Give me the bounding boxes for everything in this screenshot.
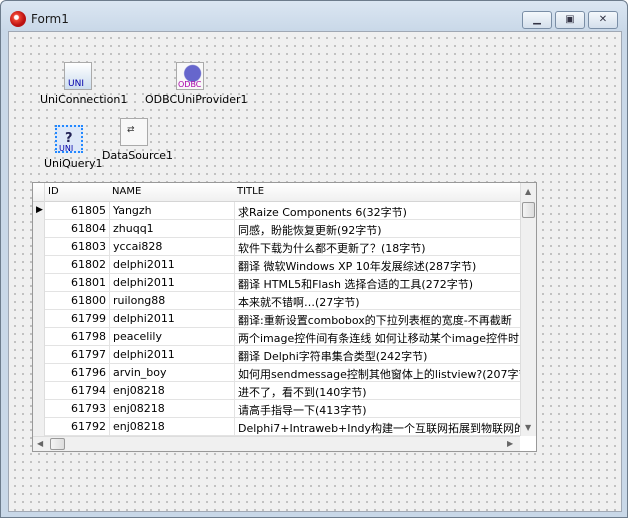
row-indicator[interactable] <box>33 400 45 418</box>
cell-title: 软件下载为什么都不更新了？(18字节) <box>238 242 426 255</box>
cell-name: enj08218 <box>113 402 165 415</box>
table-row[interactable]: 61793 enj08218 请高手指导一下(413字节) <box>33 400 520 418</box>
vertical-scrollbar[interactable]: ▲ ▼ <box>520 183 536 436</box>
uni-connection-icon[interactable]: UNI <box>64 62 92 90</box>
cell-id: 61792 <box>71 420 106 433</box>
cell-title: 翻译:重新设置combobox的下拉列表框的宽度-不再截断 <box>238 314 512 327</box>
row-indicator[interactable] <box>33 256 45 274</box>
scroll-thumb[interactable] <box>522 202 535 218</box>
cell-title: 如何用sendmessage控制其他窗体上的listview?(207字节) <box>238 368 520 381</box>
current-row-arrow-icon: ▶ <box>36 205 43 215</box>
cell-name: enj08218 <box>113 420 165 433</box>
component-label: UniQuery1 <box>44 157 103 170</box>
cell-name: delphi2011 <box>113 312 175 325</box>
cell-name: delphi2011 <box>113 258 175 271</box>
table-row[interactable]: 61798 peacelily 两个image控件间有条连线 如何让移动某个im… <box>33 328 520 346</box>
row-indicator[interactable] <box>33 364 45 382</box>
cell-title: Delphi7+Intraweb+Indy构建一个互联网拓展到物联网的 <box>238 422 520 435</box>
row-indicator[interactable] <box>33 418 45 436</box>
cell-id: 61804 <box>71 222 106 235</box>
cell-id: 61801 <box>71 276 106 289</box>
cell-title: 两个image控件间有条连线 如何让移动某个image控件时 <box>238 332 520 345</box>
grid-header: ID NAME TITLE <box>33 183 520 202</box>
cell-id: 61805 <box>71 204 106 217</box>
cell-id: 61800 <box>71 294 106 307</box>
cell-name: delphi2011 <box>113 276 175 289</box>
row-indicator[interactable] <box>33 238 45 256</box>
row-indicator[interactable]: ▶ <box>33 202 45 220</box>
table-row[interactable]: 61799 delphi2011 翻译:重新设置combobox的下拉列表框的宽… <box>33 310 520 328</box>
scroll-thumb[interactable] <box>50 438 65 450</box>
data-grid[interactable]: ID NAME TITLE ▶ 61805 Yangzh 求Raize Comp… <box>32 182 537 452</box>
table-row[interactable]: 61804 zhuqq1 同感，盼能恢复更新(92字节) <box>33 220 520 238</box>
cell-title: 请高手指导一下(413字节) <box>238 404 367 417</box>
cell-id: 61794 <box>71 384 106 397</box>
cell-id: 61797 <box>71 348 106 361</box>
cell-name: Yangzh <box>113 204 152 217</box>
cell-name: zhuqq1 <box>113 222 154 235</box>
cell-name: delphi2011 <box>113 348 175 361</box>
cell-id: 61802 <box>71 258 106 271</box>
datasource-icon[interactable]: ⇄ <box>120 118 148 146</box>
column-header-title[interactable]: TITLE <box>237 186 264 197</box>
component-label: ODBCUniProvider1 <box>145 93 248 106</box>
horizontal-scrollbar[interactable]: ◀ ▶ <box>33 436 520 451</box>
close-button[interactable]: ✕ <box>588 11 618 29</box>
cell-title: 同感，盼能恢复更新(92字节) <box>238 224 382 237</box>
cell-title: 进不了，看不到(140字节) <box>238 386 367 399</box>
cell-name: arvin_boy <box>113 366 167 379</box>
window-title: Form1 <box>31 12 69 26</box>
cell-id: 61803 <box>71 240 106 253</box>
cell-title: 翻译 Delphi字符串集合类型(242字节) <box>238 350 428 363</box>
table-row[interactable]: 61794 enj08218 进不了，看不到(140字节) <box>33 382 520 400</box>
row-indicator[interactable] <box>33 382 45 400</box>
row-indicator[interactable] <box>33 220 45 238</box>
table-row[interactable]: 61802 delphi2011 翻译 微软Windows XP 10年发展综述… <box>33 256 520 274</box>
cell-title: 本来就不错啊…(27字节) <box>238 296 360 309</box>
cell-title: 翻译 HTML5和Flash 选择合适的工具(272字节) <box>238 278 474 291</box>
cell-name: ruilong88 <box>113 294 166 307</box>
cell-name: yccai828 <box>113 240 163 253</box>
maximize-button[interactable]: ▣ <box>555 11 585 29</box>
row-indicator[interactable] <box>33 346 45 364</box>
cell-id: 61793 <box>71 402 106 415</box>
table-row[interactable]: 61803 yccai828 软件下载为什么都不更新了？(18字节) <box>33 238 520 256</box>
row-indicator[interactable] <box>33 292 45 310</box>
app-icon <box>10 11 26 27</box>
column-header-name[interactable]: NAME <box>112 186 141 197</box>
cell-name: enj08218 <box>113 384 165 397</box>
table-row[interactable]: 61796 arvin_boy 如何用sendmessage控制其他窗体上的li… <box>33 364 520 382</box>
cell-title: 求Raize Components 6(32字节) <box>238 206 407 219</box>
odbc-provider-icon[interactable]: ODBC <box>176 62 204 90</box>
table-row[interactable]: 61801 delphi2011 翻译 HTML5和Flash 选择合适的工具(… <box>33 274 520 292</box>
column-header-id[interactable]: ID <box>48 186 59 197</box>
cell-id: 61798 <box>71 330 106 343</box>
component-label: UniConnection1 <box>40 93 128 106</box>
component-label: DataSource1 <box>102 149 174 162</box>
row-indicator[interactable] <box>33 310 45 328</box>
cell-name: peacelily <box>113 330 162 343</box>
row-indicator[interactable] <box>33 328 45 346</box>
uni-query-icon[interactable]: ? UNI <box>55 125 83 153</box>
cell-id: 61796 <box>71 366 106 379</box>
minimize-button[interactable]: ▁ <box>522 11 552 29</box>
table-row[interactable]: 61797 delphi2011 翻译 Delphi字符串集合类型(242字节) <box>33 346 520 364</box>
table-row[interactable]: 61792 enj08218 Delphi7+Intraweb+Indy构建一个… <box>33 418 520 436</box>
cell-title: 翻译 微软Windows XP 10年发展综述(287字节) <box>238 260 477 273</box>
row-indicator[interactable] <box>33 274 45 292</box>
cell-id: 61799 <box>71 312 106 325</box>
table-row[interactable]: ▶ 61805 Yangzh 求Raize Components 6(32字节) <box>33 202 520 220</box>
table-row[interactable]: 61800 ruilong88 本来就不错啊…(27字节) <box>33 292 520 310</box>
